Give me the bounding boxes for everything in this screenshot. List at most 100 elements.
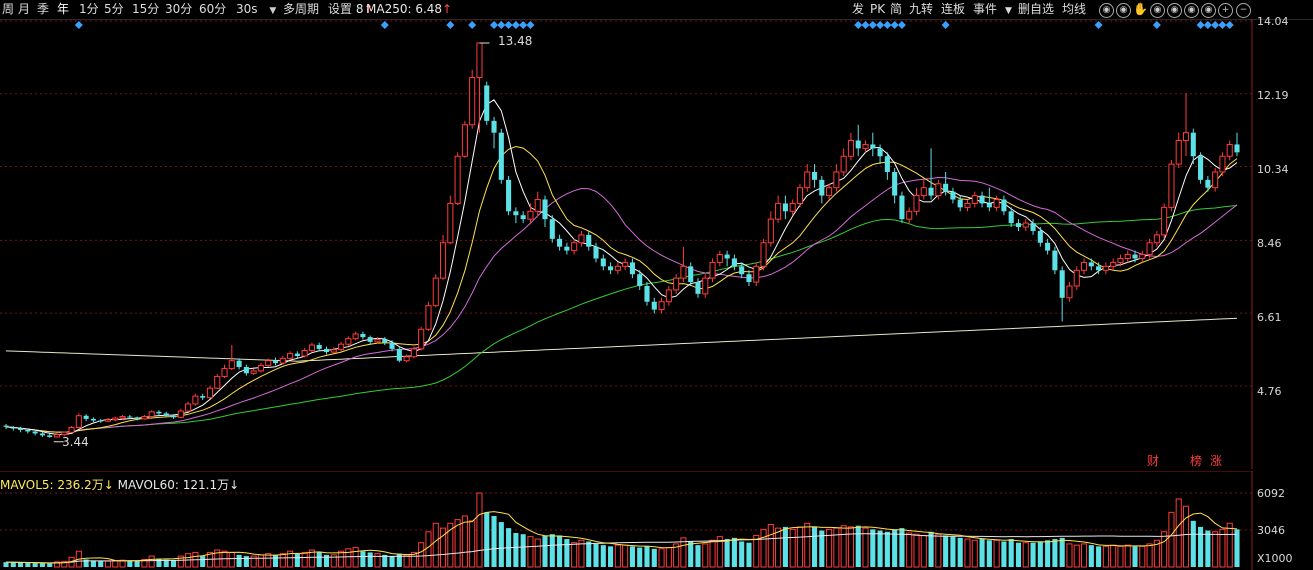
event-limit-up[interactable]: 涨 [1210,452,1222,469]
volume-bar [250,555,257,568]
eye-icon[interactable]: ◉ [1201,3,1216,18]
period-quarter[interactable]: 季 [37,2,49,16]
chevron-down-icon: ▼ [269,6,277,16]
interval-select[interactable]: 30s ▼ [236,2,276,18]
pk-button[interactable]: PK [870,2,885,16]
multi-period-button[interactable]: 多周期 [283,2,319,16]
candle [352,331,359,341]
chevron-down-icon[interactable]: ▼ [1005,4,1012,18]
volume-bar [1168,511,1175,568]
volume-bar [964,538,971,568]
zoom-in-icon[interactable]: + [1218,3,1233,18]
period-30min[interactable]: 30分 [165,2,192,16]
candle-body [862,143,869,149]
candle-body [83,415,89,419]
candle [1212,168,1219,192]
candle-body [993,199,1000,208]
limit-up-button[interactable]: 连板 [941,2,965,16]
candle [913,187,920,216]
event-ranking[interactable]: 榜 [1190,452,1202,469]
eye-icon[interactable]: ◉ [1150,3,1165,18]
candle-body [1066,285,1073,299]
period-week[interactable]: 周 [2,2,14,16]
volume-bar [360,551,366,567]
candle-body [1124,254,1131,259]
event-diamond-icon [1218,21,1227,29]
volume-bar [629,546,635,567]
interval-value: 30s [236,2,258,16]
candle [104,418,112,423]
period-5min[interactable]: 5分 [104,2,124,16]
candle-body [1117,257,1124,263]
candle-body [1059,270,1065,298]
candle [498,128,504,184]
volume-bar [243,556,249,567]
event-diamond-icon [380,21,389,29]
zoom-out-icon[interactable]: − [1236,3,1251,18]
events-button[interactable]: 事件 [973,2,997,16]
candle [688,262,694,287]
period-month[interactable]: 月 [18,2,30,16]
candle-body [439,242,447,279]
candle-body [789,202,796,212]
period-60min[interactable]: 60分 [199,2,226,16]
volume-chart[interactable] [0,471,1253,570]
volume-unit: X1000 [1257,552,1293,565]
candle-body [432,277,439,307]
candle-body [330,349,337,353]
candle [1110,258,1117,271]
volume-bar [1015,542,1022,567]
candle-body [53,434,61,438]
nine-turn-button[interactable]: 九转 [909,2,933,16]
event-finance[interactable]: 财 [1147,452,1159,469]
volume-bar [804,522,811,568]
volume-bar [739,541,745,567]
eye-icon[interactable]: ◉ [1167,3,1182,18]
ma-lines-button[interactable]: 均线 [1062,2,1086,16]
candle [294,351,300,359]
volume-bar [753,534,760,568]
candle [716,250,723,267]
candle-body [1198,156,1204,180]
ma60-line [5,205,1238,433]
candle-body [141,416,148,420]
candle [746,270,752,287]
eye-icon[interactable]: ◉ [1099,3,1114,18]
candle-body [316,344,322,349]
candle [432,274,439,308]
fa-button[interactable]: 发 [852,2,864,16]
candle [1168,160,1175,212]
volume-bar [928,531,934,567]
candle-body [410,348,417,358]
hand-icon[interactable]: ✋ [1133,3,1148,16]
candle-body [564,246,570,251]
candle-body [98,420,104,422]
candle [928,148,934,200]
period-1min[interactable]: 1分 [79,2,99,16]
candle-body [491,120,497,133]
candle [796,183,804,208]
remove-watchlist-button[interactable]: 删自选 [1018,2,1054,16]
volume-bar [847,526,854,568]
candle [724,250,730,267]
candle-body [578,234,585,244]
candle-body [345,338,352,345]
candle [68,425,75,434]
candle [622,258,629,271]
candle [542,195,548,228]
volume-bar [586,541,592,567]
volume-bar [1146,543,1153,568]
candle-body [170,415,177,418]
candle-body [658,301,665,311]
volume-bar [651,548,657,567]
eye-icon[interactable]: ◉ [1116,3,1131,18]
period-toolbar: 周 月 季 年 1分 5分 15分 30分 60分 30s ▼ 多周期 设置 8… [0,0,1313,20]
eye-icon[interactable]: ◉ [1184,3,1199,18]
volume-bar [971,539,978,568]
candle [243,364,249,376]
simple-button[interactable]: 简 [890,2,902,16]
period-15min[interactable]: 15分 [132,2,159,16]
ma250-value: MA250: 6.48↑ [366,2,452,16]
period-year[interactable]: 年 [57,2,69,16]
candlestick-chart[interactable] [0,19,1253,469]
